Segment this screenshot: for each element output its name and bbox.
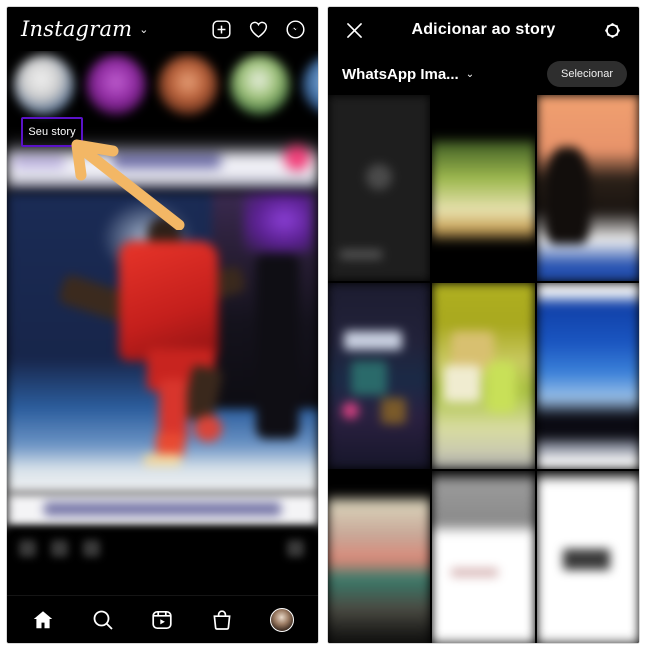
story-avatar: [302, 55, 318, 115]
album-selector[interactable]: WhatsApp Ima... ⌄: [342, 66, 474, 83]
gallery-thumb[interactable]: [432, 283, 535, 469]
search-icon[interactable]: [91, 608, 115, 632]
bottom-nav: [7, 595, 318, 643]
instagram-topbar: Instagram ⌄: [7, 7, 318, 51]
album-name: WhatsApp Ima...: [342, 65, 459, 83]
new-post-icon[interactable]: [211, 19, 232, 40]
create-tile[interactable]: [328, 95, 431, 281]
gallery-topbar: Adicionar ao story: [328, 7, 639, 53]
post-caption: [7, 493, 318, 527]
gallery-thumb[interactable]: [432, 95, 535, 281]
gallery-grid[interactable]: [328, 95, 639, 643]
feed-post: [7, 137, 318, 571]
gallery-thumb[interactable]: [328, 283, 431, 469]
post-image[interactable]: [7, 193, 318, 493]
story-avatar: [14, 55, 74, 115]
activity-heart-icon[interactable]: [248, 19, 269, 40]
story-username: [85, 119, 147, 129]
instagram-logo-text: Instagram: [21, 17, 133, 41]
story-item[interactable]: [85, 55, 147, 129]
instagram-logo[interactable]: Instagram ⌄: [21, 17, 149, 41]
profile-avatar[interactable]: [270, 607, 295, 632]
story-username: [157, 119, 219, 129]
page-title: Adicionar ao story: [411, 21, 556, 38]
screenshot-stage: Instagram ⌄ Seu story Adicionar ao story…: [0, 0, 650, 650]
annotation-label: Seu story: [28, 126, 76, 138]
select-button[interactable]: Selecionar: [547, 61, 627, 87]
story-item[interactable]: [157, 55, 219, 129]
gallery-thumb[interactable]: [536, 471, 639, 643]
shop-icon[interactable]: [210, 608, 234, 632]
story-avatar: [86, 55, 146, 115]
instagram-top-actions: [211, 19, 306, 40]
story-item[interactable]: [301, 55, 318, 129]
close-icon[interactable]: [344, 20, 365, 41]
gear-icon[interactable]: [602, 20, 623, 41]
story-item[interactable]: [229, 55, 291, 129]
story-username: [229, 119, 291, 129]
reels-icon[interactable]: [150, 608, 174, 632]
left-phone-instagram-feed: Instagram ⌄ Seu story: [6, 6, 319, 644]
messenger-icon[interactable]: [285, 19, 306, 40]
home-icon[interactable]: [31, 608, 55, 632]
right-phone-gallery-picker: Adicionar ao story WhatsApp Ima... ⌄ Sel…: [327, 6, 640, 644]
gallery-thumb[interactable]: [536, 283, 639, 469]
story-username: [301, 119, 318, 129]
gallery-thumb[interactable]: [328, 471, 431, 643]
gallery-thumb[interactable]: [536, 95, 639, 281]
chevron-down-icon[interactable]: ⌄: [139, 23, 148, 36]
gallery-subbar: WhatsApp Ima... ⌄ Selecionar: [328, 53, 639, 95]
annotation-callout-seu-story: Seu story: [21, 117, 83, 147]
gallery-thumb[interactable]: [432, 471, 535, 643]
story-avatar: [230, 55, 290, 115]
chevron-down-icon: ⌄: [465, 68, 475, 80]
post-actions[interactable]: [7, 527, 318, 571]
story-avatar: [158, 55, 218, 115]
